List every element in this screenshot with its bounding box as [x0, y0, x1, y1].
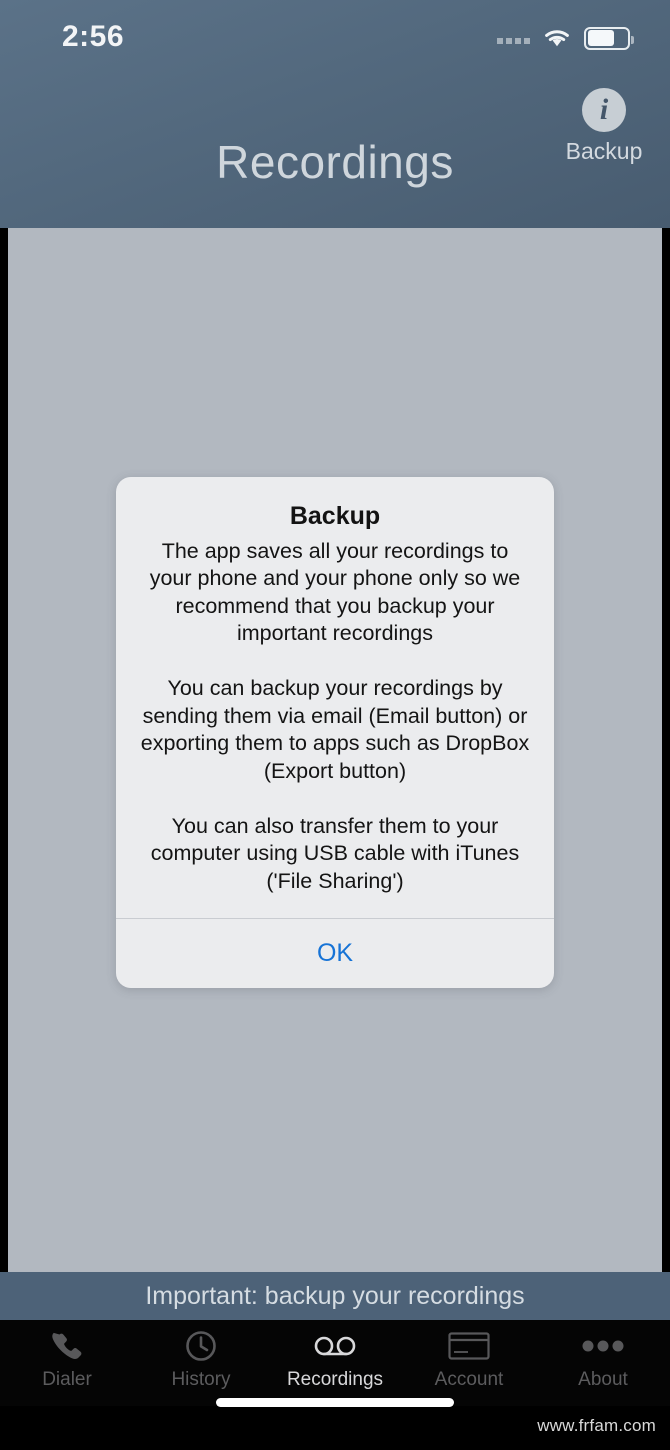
- important-banner: Important: backup your recordings: [0, 1272, 670, 1320]
- phone-icon: [50, 1328, 84, 1364]
- navigation-bar: Recordings i Backup: [0, 70, 670, 228]
- watermark: www.frfam.com: [537, 1416, 656, 1435]
- status-bar: 2:56: [0, 0, 670, 70]
- ellipsis-icon: [581, 1328, 625, 1364]
- voicemail-icon: [314, 1328, 356, 1364]
- dialog-body: Backup The app saves all your recordings…: [116, 477, 554, 895]
- signal-dots-icon: [497, 32, 530, 44]
- tab-account[interactable]: Account: [402, 1320, 536, 1406]
- wifi-icon: [545, 30, 569, 47]
- tab-bar: Dialer History Recordings Account About: [0, 1320, 670, 1406]
- info-circle-icon: i: [582, 88, 626, 132]
- ok-button[interactable]: OK: [311, 938, 359, 969]
- dialog-title: Backup: [289, 502, 381, 530]
- tab-recordings[interactable]: Recordings: [268, 1320, 402, 1406]
- tab-recordings-label: Recordings: [286, 1369, 384, 1390]
- dialog-actions: OK: [116, 919, 554, 988]
- phone-screen: 2:56 Recordings i Backup Backup The app …: [0, 0, 670, 1450]
- backup-button-label: Backup: [565, 138, 643, 164]
- tab-about-label: About: [578, 1369, 628, 1390]
- top-chrome: 2:56 Recordings i Backup: [0, 0, 670, 228]
- backup-button[interactable]: i Backup: [556, 88, 652, 165]
- clock-icon: [184, 1328, 218, 1364]
- tab-history[interactable]: History: [134, 1320, 268, 1406]
- backup-alert-dialog: Backup The app saves all your recordings…: [116, 477, 554, 988]
- status-bar-time: 2:56: [62, 20, 125, 53]
- dialog-message: The app saves all your recordings to you…: [140, 538, 530, 893]
- tab-history-label: History: [171, 1369, 231, 1390]
- tab-account-label: Account: [434, 1369, 504, 1390]
- status-bar-indicators: [497, 24, 634, 52]
- credit-card-icon: [448, 1328, 490, 1364]
- important-banner-text: Important: backup your recordings: [145, 1281, 525, 1310]
- home-indicator[interactable]: [216, 1398, 454, 1407]
- battery-icon: [584, 26, 634, 50]
- tab-dialer-label: Dialer: [42, 1369, 92, 1390]
- tab-about[interactable]: About: [536, 1320, 670, 1406]
- tab-dialer[interactable]: Dialer: [0, 1320, 134, 1406]
